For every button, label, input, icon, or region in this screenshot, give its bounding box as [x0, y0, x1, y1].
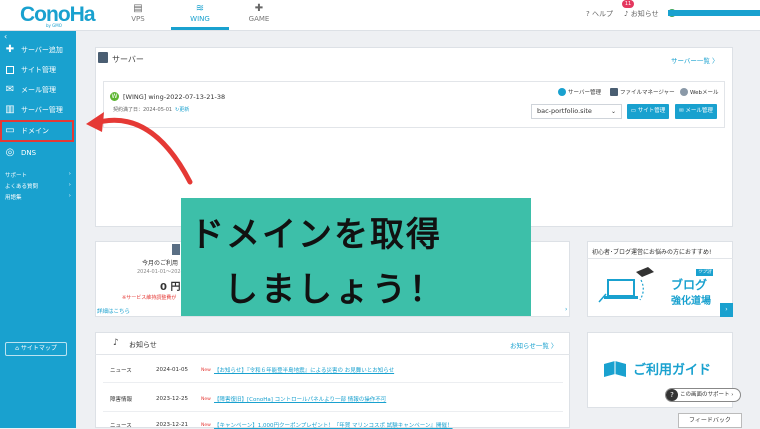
annotation-arrow [86, 112, 193, 185]
